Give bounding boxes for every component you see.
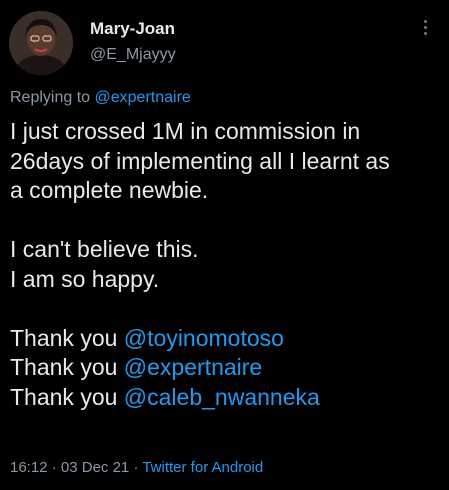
text-line: I just crossed 1M in commission in <box>10 118 361 144</box>
display-name[interactable]: Mary-Joan <box>90 19 175 39</box>
profile-photo-icon <box>9 11 73 75</box>
tweet-source-link[interactable]: Twitter for Android <box>142 459 263 476</box>
mention-link[interactable]: @expertnaire <box>124 354 262 380</box>
mention-link[interactable]: @toyinomotoso <box>124 325 284 351</box>
tweet-text: I just crossed 1M in commission in 26day… <box>10 117 440 412</box>
tweet: Mary-Joan @E_Mjayyy Replying to @expertn… <box>0 0 449 490</box>
user-handle[interactable]: @E_Mjayyy <box>90 46 176 64</box>
mention-link[interactable]: @caleb_nwanneka <box>124 384 320 410</box>
thanks-line: Thank you @expertnaire <box>10 353 440 383</box>
replying-prefix: Replying to <box>10 89 95 106</box>
text-line: I am so happy. <box>10 265 160 292</box>
text-line: a complete newbie. <box>10 177 209 203</box>
tweet-time[interactable]: 16:12 <box>10 459 48 476</box>
meta-separator: · <box>129 459 143 476</box>
thanks-prefix: Thank you <box>10 324 124 351</box>
replying-to: Replying to @expertnaire <box>10 89 191 107</box>
tweet-date[interactable]: 03 Dec 21 <box>61 459 129 476</box>
thanks-prefix: Thank you <box>10 383 124 410</box>
reply-mention-link[interactable]: @expertnaire <box>95 89 191 106</box>
text-line: 26days of implementing all I learnt as <box>10 147 390 174</box>
avatar[interactable] <box>9 11 73 75</box>
more-options-icon[interactable] <box>418 20 432 42</box>
thanks-prefix: Thank you <box>10 354 124 380</box>
thanks-line: Thank you @caleb_nwanneka <box>10 383 440 413</box>
meta-separator: · <box>47 459 61 476</box>
thanks-line: Thank you @toyinomotoso <box>10 324 440 354</box>
tweet-meta: 16:12 · 03 Dec 21 · Twitter for Android <box>10 459 263 476</box>
text-line: I can't believe this. <box>10 236 199 262</box>
